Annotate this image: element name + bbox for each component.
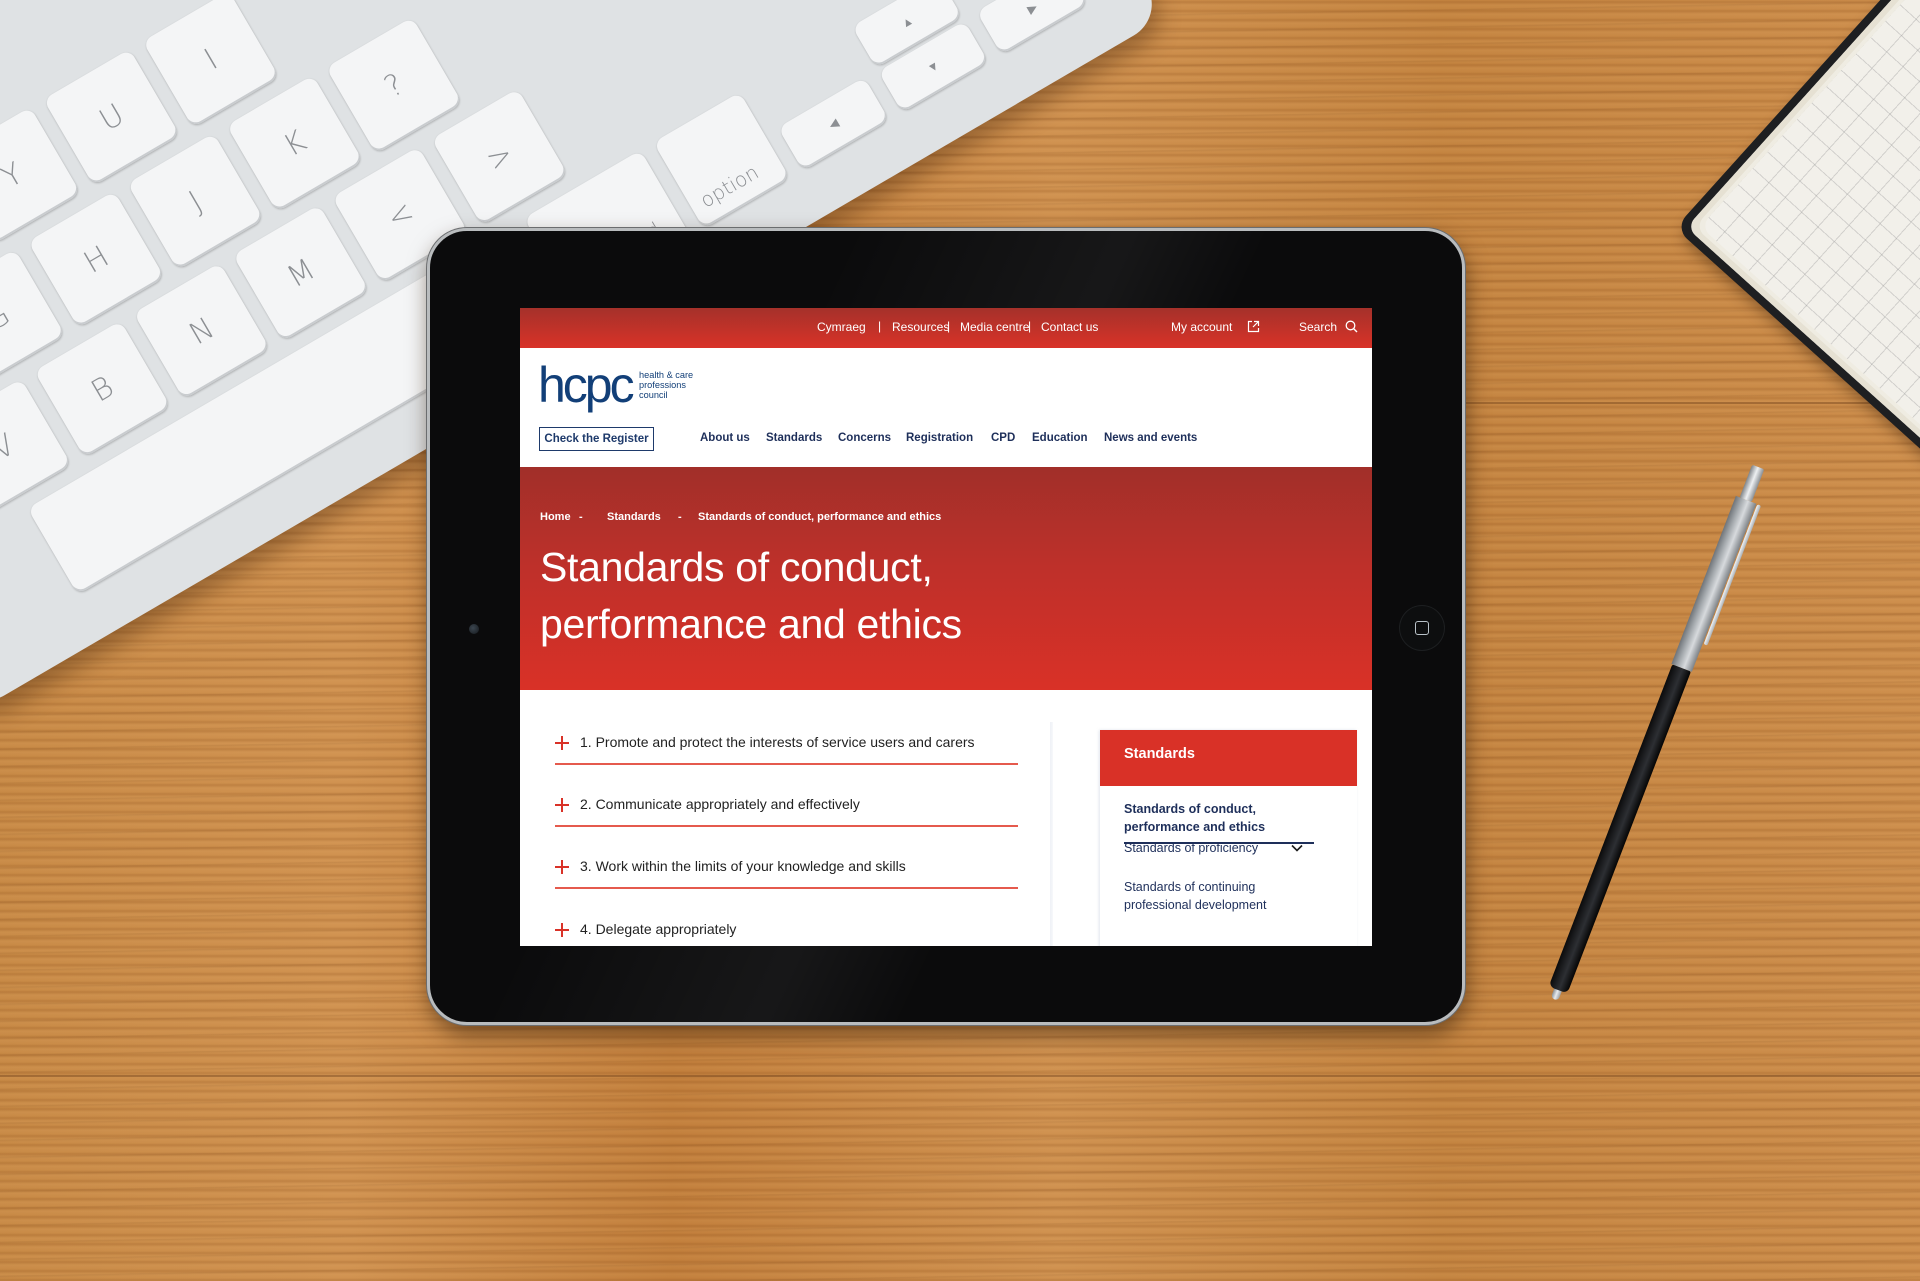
key: V: [0, 378, 72, 516]
option-label: option: [695, 159, 763, 213]
breadcrumb-home[interactable]: Home: [540, 511, 571, 523]
accordion-item[interactable]: 4. Delegate appropriately: [555, 921, 1018, 946]
nav-concerns[interactable]: Concerns: [838, 432, 891, 444]
arrow-right-key: ▶: [976, 0, 1088, 55]
search-link[interactable]: Search: [1299, 320, 1337, 334]
utility-link-resources[interactable]: Resources: [892, 320, 949, 334]
external-link-icon: [1247, 320, 1260, 333]
sidebar-item-active[interactable]: Standards of conduct, performance and et…: [1124, 800, 1314, 844]
sidebar-heading[interactable]: Standards: [1100, 730, 1357, 786]
plus-icon: [555, 923, 569, 937]
key: I: [142, 0, 280, 128]
sidebar-item-label: Standards of conduct,: [1124, 802, 1256, 816]
utility-separator: |: [1028, 319, 1032, 333]
key: K: [226, 75, 364, 212]
utility-separator: |: [947, 319, 951, 333]
nav-standards[interactable]: Standards: [766, 432, 822, 444]
page-title-line: Standards of conduct,: [540, 544, 933, 590]
key: ?: [325, 17, 463, 154]
key: G: [0, 249, 66, 386]
accordion-divider: [555, 763, 1018, 765]
key: Y: [0, 106, 81, 244]
key: U: [43, 48, 181, 186]
sidebar-nav: Standards Standards of conduct, performa…: [1100, 730, 1357, 946]
accordion-item-label: 2. Communicate appropriately and effecti…: [580, 796, 860, 812]
sidebar-item-label: Standards of continuing: [1124, 880, 1256, 894]
breadcrumb-standards[interactable]: Standards: [607, 511, 661, 523]
utility-link-contact-us[interactable]: Contact us: [1041, 320, 1098, 334]
accordion-item-label: 1. Promote and protect the interests of …: [580, 734, 975, 750]
logo-line: health & care: [639, 370, 694, 380]
nav-news-and-events[interactable]: News and events: [1104, 432, 1197, 444]
utility-link-media-centre[interactable]: Media centre: [960, 320, 1029, 334]
sidebar-item-cpd-standards[interactable]: Standards of continuing professional dev…: [1124, 878, 1324, 914]
logo-line: professions: [639, 380, 686, 390]
page-title-line: performance and ethics: [540, 601, 962, 647]
accordion-item[interactable]: 1. Promote and protect the interests of …: [555, 734, 1018, 798]
option-key: option: [653, 92, 791, 229]
breadcrumb-separator: -: [579, 511, 583, 523]
page-hero: Home - Standards - Standards of conduct,…: [520, 467, 1372, 690]
search-icon[interactable]: [1345, 320, 1358, 333]
home-square-icon: [1415, 621, 1429, 635]
utility-bar: Cymraeg | Resources | Media centre | Con…: [520, 308, 1372, 348]
site-header: hcpc health & care professions council C…: [520, 348, 1372, 467]
breadcrumb-current: Standards of conduct, performance and et…: [698, 511, 942, 523]
accordion-divider: [555, 825, 1018, 827]
page-title: Standards of conduct, performance and et…: [540, 539, 1100, 653]
breadcrumb-separator: -: [678, 511, 682, 523]
plus-icon: [555, 798, 569, 812]
sidebar-item-label: professional development: [1124, 898, 1267, 912]
nav-registration[interactable]: Registration: [906, 432, 973, 444]
nav-cpd[interactable]: CPD: [991, 432, 1015, 444]
logo-line: council: [639, 390, 668, 400]
utility-link-cymraeg[interactable]: Cymraeg: [817, 320, 866, 334]
accordion-item[interactable]: 2. Communicate appropriately and effecti…: [555, 796, 1018, 860]
key: H: [27, 191, 165, 328]
accordion-item-label: 3. Work within the limits of your knowle…: [580, 858, 906, 874]
column-divider: [1050, 722, 1053, 946]
key: M: [232, 204, 370, 342]
arrow-left-key: ◀: [777, 77, 890, 171]
utility-separator: |: [878, 319, 882, 333]
key: B: [34, 320, 171, 458]
accordion-item[interactable]: 3. Work within the limits of your knowle…: [555, 858, 1018, 922]
plus-icon: [555, 860, 569, 874]
key: N: [133, 262, 271, 400]
arrow-down-key: ▼: [878, 20, 989, 113]
arrow-up-key: ▲: [851, 0, 963, 68]
plus-icon: [555, 736, 569, 750]
browser-screen: Cymraeg | Resources | Media centre | Con…: [520, 308, 1372, 946]
logo-mark: hcpc: [538, 357, 635, 413]
accordion-item-label: 4. Delegate appropriately: [580, 921, 737, 937]
sidebar-item-label: performance and ethics: [1124, 820, 1266, 834]
nav-about-us[interactable]: About us: [700, 432, 750, 444]
wood-seam: [0, 1075, 1920, 1077]
chevron-down-icon[interactable]: [1290, 843, 1304, 853]
check-the-register-button[interactable]: Check the Register: [539, 427, 654, 451]
home-button[interactable]: [1399, 605, 1445, 651]
key: >: [431, 88, 569, 226]
camera-icon: [469, 624, 479, 634]
pen: [1548, 464, 1768, 1001]
key: J: [127, 133, 264, 270]
nav-education[interactable]: Education: [1032, 432, 1088, 444]
logo-tagline: health & care professions council: [639, 370, 693, 400]
accordion-divider: [555, 887, 1018, 889]
my-account-link[interactable]: My account: [1171, 320, 1232, 334]
